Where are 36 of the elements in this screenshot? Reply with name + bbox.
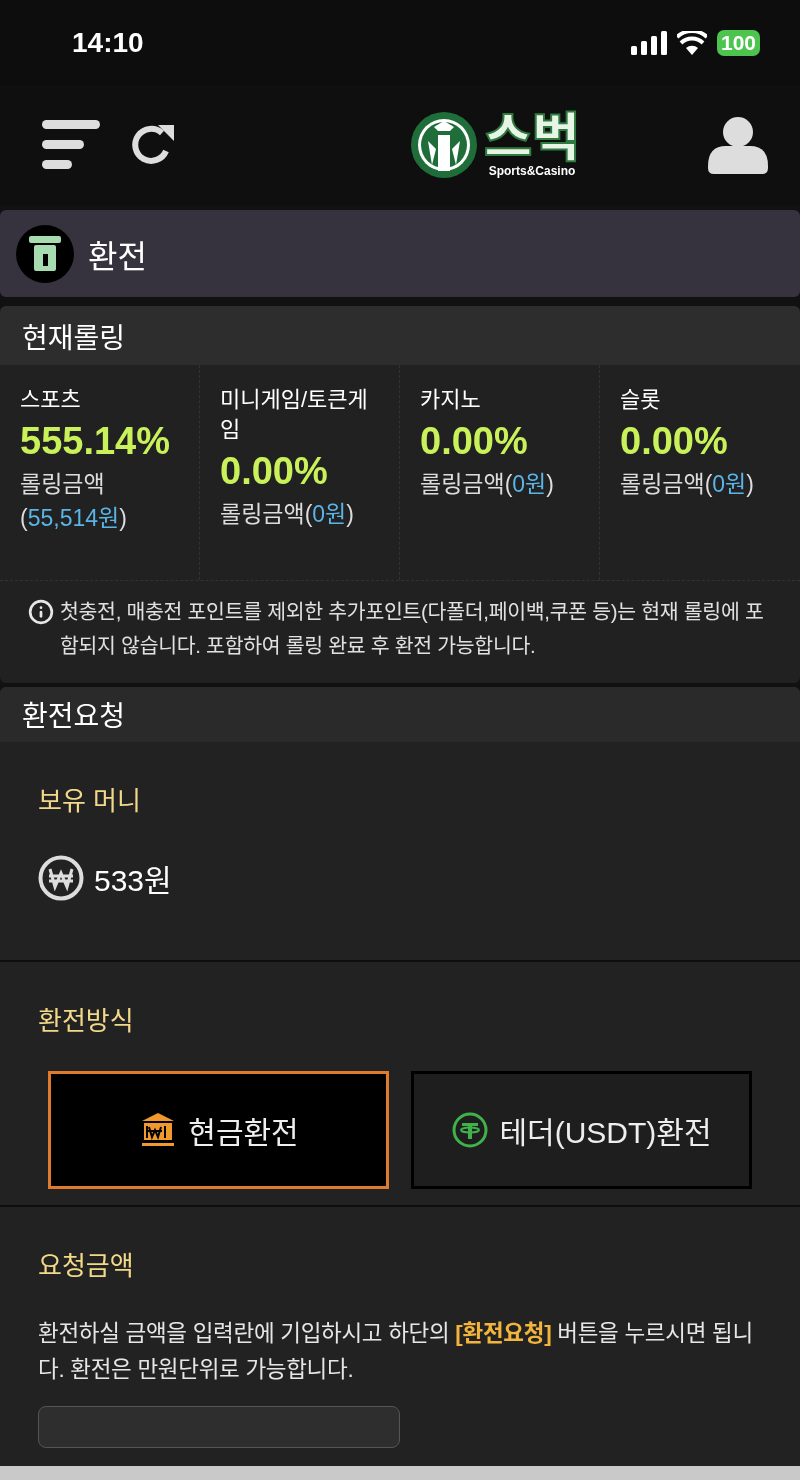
- logo-emblem-icon: [410, 111, 479, 179]
- exchange-method-button[interactable]: 현금환전: [48, 1071, 389, 1190]
- tether-icon: [451, 1111, 490, 1150]
- game-category: 슬롯: [620, 386, 662, 414]
- user-icon[interactable]: [708, 116, 768, 174]
- logo-subtitle: Sports&Casino: [488, 164, 576, 178]
- logo-title: 스벅: [484, 112, 580, 164]
- amount-label: 요청금액: [38, 1249, 135, 1282]
- rolling-amount: 롤링금액 (55,514원): [20, 470, 128, 533]
- amount-instructions: 환전하실 금액을 입력란에 기입하시고 하단의 [환전요청] 버튼을 누르시면 됩니다. 환전은 만원단위로 가능합니다.: [38, 1319, 754, 1384]
- rolling-notice: 첫충전, 매충전 포인트를 제외한 추가포인트(다폴더,페이백,쿠폰 등)는 현재 롤링에 포함되지 않습니다. 포함하여 롤링 완료 후 환전 가능합니다.: [60, 599, 765, 659]
- page-title: 환전: [88, 237, 147, 277]
- method-label: 환전방식: [38, 1005, 135, 1038]
- menu-icon[interactable]: [42, 120, 100, 170]
- exchange-method-button[interactable]: 테더(USDT)환전: [411, 1071, 752, 1190]
- status-time: 14:10: [72, 26, 144, 59]
- won-coin-icon: [38, 854, 84, 901]
- rolling-percent: 0.00%: [620, 419, 729, 464]
- game-category: 스포츠: [20, 386, 82, 414]
- balance-amount: 533원: [94, 862, 172, 899]
- rolling-amount: 롤링금액(0원): [420, 470, 555, 499]
- request-header: 환전요청: [0, 687, 800, 742]
- signal-icon: [630, 30, 667, 55]
- game-category: 카지노: [420, 386, 482, 414]
- wifi-icon: [676, 30, 707, 55]
- rolling-header: 현재롤링: [0, 306, 800, 365]
- balance-label: 보유 머니: [38, 784, 142, 817]
- battery-level: 100: [716, 29, 760, 56]
- rolling-amount: 롤링금액(0원): [620, 470, 755, 499]
- rolling-percent: 0.00%: [220, 449, 329, 494]
- amount-input-field[interactable]: [38, 1405, 400, 1448]
- rolling-percent: 555.14%: [20, 419, 171, 464]
- game-category: 미니게임/토큰게임: [220, 386, 369, 444]
- rolling-amount: 롤링금액(0원): [220, 500, 355, 529]
- info-icon: [28, 599, 54, 625]
- rolling-percent: 0.00%: [420, 419, 529, 464]
